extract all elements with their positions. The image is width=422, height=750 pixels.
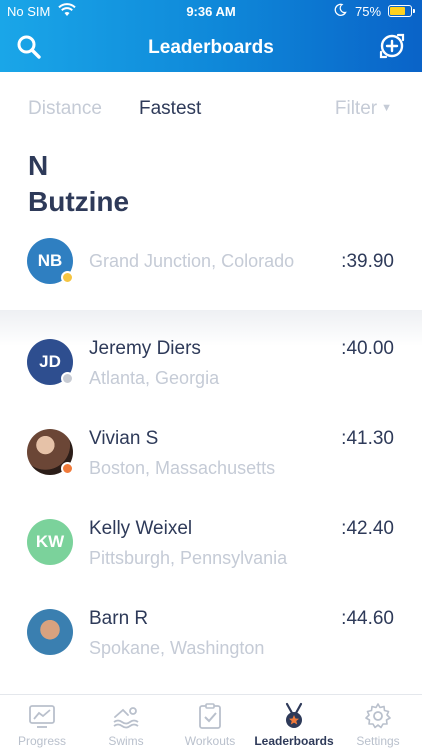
tab-settings[interactable]: Settings bbox=[336, 695, 420, 750]
tab-leaderboards-label: Leaderboards bbox=[254, 734, 334, 748]
athlete-name: N Butzine bbox=[28, 148, 328, 220]
avatar-photo bbox=[27, 429, 74, 475]
gear-icon bbox=[365, 703, 391, 729]
my-entry-row[interactable]: NB Grand Junction, Colorado :39.90 bbox=[0, 226, 422, 310]
list-item-time: :42.40 bbox=[341, 518, 394, 539]
tab-progress[interactable]: Progress bbox=[0, 695, 84, 750]
my-entry-location: Grand Junction, Colorado bbox=[89, 251, 295, 271]
tab-bar: Progress Swims Workouts Leaderboards Set… bbox=[0, 694, 422, 750]
tab-progress-label: Progress bbox=[17, 734, 67, 748]
list-item-name: Jeremy Diers bbox=[89, 338, 201, 359]
athlete-last-name: Butzine bbox=[28, 186, 130, 217]
clipboard-check-icon bbox=[199, 703, 221, 729]
tab-swims-label: Swims bbox=[108, 734, 144, 748]
avatar-photo bbox=[27, 609, 73, 655]
list-item-location: Atlanta, Georgia bbox=[89, 368, 220, 388]
avatar: NB bbox=[27, 238, 74, 284]
app-header: No SIM 9:36 AM 75% Leaderboards bbox=[0, 0, 422, 72]
battery-icon bbox=[388, 5, 415, 17]
avatar-initials: KW bbox=[35, 532, 65, 551]
moon-icon bbox=[333, 3, 347, 20]
add-friend-icon bbox=[379, 33, 405, 59]
tab-workouts-label: Workouts bbox=[184, 734, 236, 748]
tab-distance[interactable]: Distance bbox=[28, 98, 102, 120]
tab-workouts[interactable]: Workouts bbox=[168, 695, 252, 750]
medal-icon bbox=[285, 702, 303, 728]
avatar-initials: NB bbox=[37, 251, 63, 270]
status-badge bbox=[61, 372, 74, 385]
list-item-name: Kelly Weixel bbox=[89, 518, 193, 539]
list-item-name: Vivian S bbox=[89, 428, 159, 449]
filter-dropdown[interactable]: Filter ▼ bbox=[335, 98, 392, 120]
swimmer-icon bbox=[113, 707, 139, 729]
chevron-down-icon: ▼ bbox=[381, 102, 392, 114]
filter-bar: Distance Fastest Filter ▼ bbox=[0, 72, 422, 144]
list-item-location: Pittsburgh, Pennsylvania bbox=[89, 548, 288, 568]
athlete-first-name: N bbox=[28, 150, 49, 181]
avatar-initials: JD bbox=[39, 352, 61, 371]
my-entry-time: :39.90 bbox=[341, 251, 394, 272]
list-item-name: Barn R bbox=[89, 608, 149, 629]
list-item-time: :41.30 bbox=[341, 428, 394, 449]
battery-percent: 75% bbox=[355, 4, 382, 19]
status-badge bbox=[61, 271, 74, 284]
filter-label: Filter bbox=[334, 98, 378, 119]
list-item[interactable]: KW Kelly Weixel Pittsburgh, Pennsylvania… bbox=[0, 490, 422, 580]
list-item-location: Boston, Massachusetts bbox=[89, 458, 276, 478]
status-badge bbox=[61, 462, 74, 475]
tab-swims[interactable]: Swims bbox=[84, 695, 168, 750]
list-item-time: :44.60 bbox=[341, 608, 394, 629]
list-item[interactable]: JD Jeremy Diers Atlanta, Georgia :40.00 bbox=[0, 310, 422, 400]
tab-fastest[interactable]: Fastest bbox=[139, 98, 201, 120]
status-bar: No SIM 9:36 AM 75% bbox=[0, 0, 422, 24]
progress-chart-icon bbox=[29, 705, 55, 728]
avatar: JD bbox=[27, 339, 74, 385]
leaderboard-list: JD Jeremy Diers Atlanta, Georgia :40.00 … bbox=[0, 310, 422, 694]
list-item-location: Spokane, Washington bbox=[89, 638, 265, 658]
add-friend-button[interactable] bbox=[378, 32, 406, 60]
list-item[interactable]: Vivian S Boston, Massachusetts :41.30 bbox=[0, 400, 422, 490]
tab-settings-label: Settings bbox=[356, 734, 400, 748]
list-item[interactable]: Barn R Spokane, Washington :44.60 bbox=[0, 580, 422, 670]
list-item-time: :40.00 bbox=[341, 338, 394, 359]
page-title: Leaderboards bbox=[148, 37, 274, 58]
avatar: KW bbox=[27, 519, 73, 565]
tab-leaderboards[interactable]: Leaderboards bbox=[252, 695, 336, 750]
